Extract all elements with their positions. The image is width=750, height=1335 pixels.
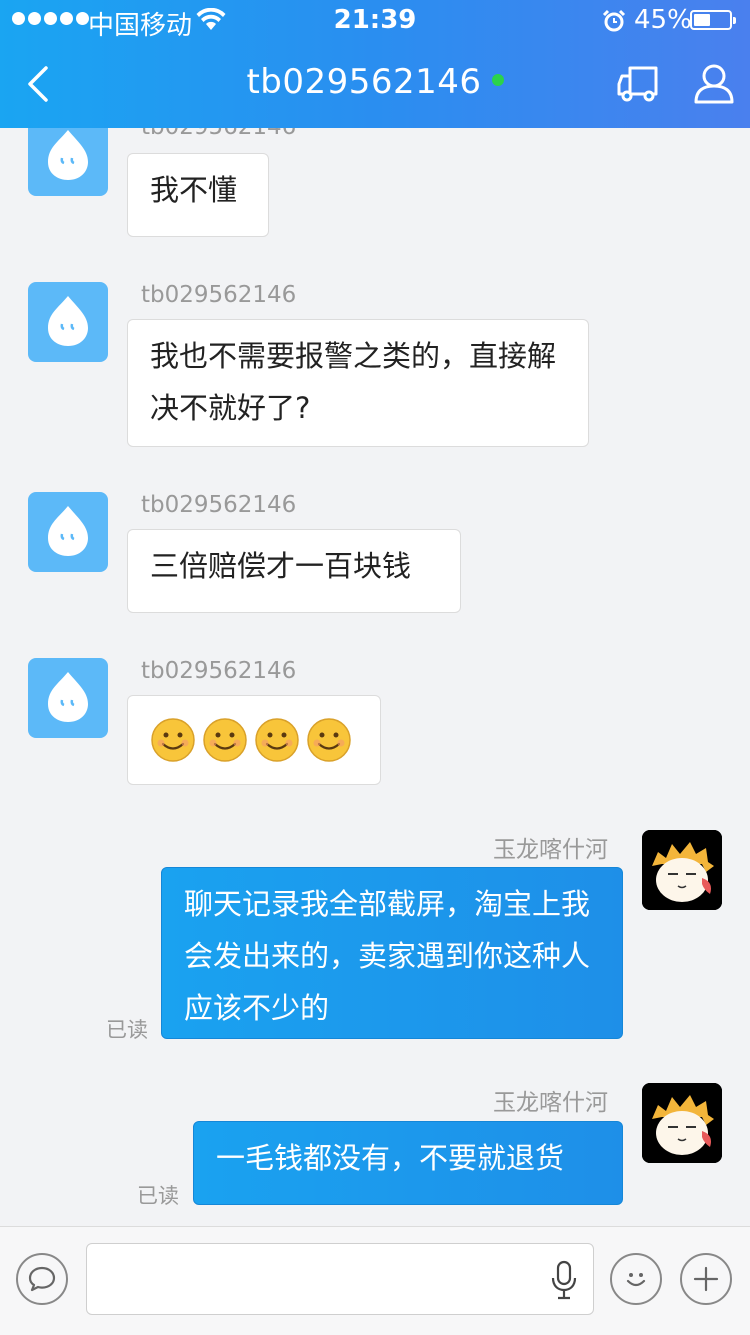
voice-chat-toggle-button[interactable] (16, 1253, 68, 1305)
message-bubble[interactable] (127, 695, 381, 785)
sender-name: tb029562146 (141, 492, 297, 518)
message-incoming: tb029562146 我也不需要报警之类的，直接解决不就好了? (0, 282, 750, 452)
smiling-face-icon (255, 718, 299, 762)
avatar[interactable] (28, 492, 108, 572)
seller-bot-avatar-icon (48, 130, 88, 180)
avatar[interactable] (642, 1083, 722, 1163)
sender-name: 玉龙喀什河 (493, 1090, 608, 1116)
input-bar (0, 1226, 750, 1335)
message-bubble[interactable]: 三倍赔偿才一百块钱 (127, 529, 461, 613)
read-receipt: 已读 (137, 1184, 179, 1208)
battery-icon (690, 10, 736, 30)
message-bubble[interactable]: 我不懂 (127, 153, 269, 237)
message-incoming: tb029562146 三倍赔偿才一百块钱 (0, 492, 750, 622)
microphone-icon[interactable] (551, 1260, 577, 1300)
sender-name: tb029562146 (141, 658, 297, 684)
emoji-button[interactable] (610, 1253, 662, 1305)
cartoon-lion-avatar-icon (642, 1083, 722, 1163)
avatar[interactable] (28, 658, 108, 738)
cartoon-lion-avatar-icon (642, 830, 722, 910)
plus-icon (693, 1266, 719, 1292)
status-bar: 中国移动 21:39 45% (0, 0, 750, 41)
sender-name: tb029562146 (141, 128, 296, 140)
message-input-field[interactable] (86, 1243, 594, 1315)
smiling-face-icon (151, 718, 195, 762)
profile-icon[interactable] (692, 62, 736, 106)
seller-bot-avatar-icon (48, 296, 88, 346)
avatar[interactable] (28, 128, 108, 196)
avatar[interactable] (642, 830, 722, 910)
chat-bubble-icon (28, 1266, 56, 1292)
message-incoming: tb029562146 (0, 658, 750, 788)
message-bubble[interactable]: 聊天记录我全部截屏，淘宝上我会发出来的，卖家遇到你这种人应该不少的 (161, 867, 623, 1039)
message-bubble[interactable]: 我也不需要报警之类的，直接解决不就好了? (127, 319, 589, 447)
message-input[interactable] (101, 1244, 545, 1312)
smiley-face-icon (626, 1273, 646, 1287)
alarm-icon (602, 9, 626, 32)
message-incoming: tb029562146 我不懂 (0, 128, 750, 248)
message-outgoing: 玉龙喀什河 聊天记录我全部截屏，淘宝上我会发出来的，卖家遇到你这种人应该不少的 … (0, 830, 750, 1050)
smiling-face-icon (307, 718, 351, 762)
sender-name: tb029562146 (141, 282, 297, 308)
seller-bot-avatar-icon (48, 672, 88, 722)
message-bubble[interactable]: 一毛钱都没有，不要就退货 (193, 1121, 623, 1205)
sender-name: 玉龙喀什河 (493, 837, 608, 863)
avatar[interactable] (28, 282, 108, 362)
battery-percent: 45% (634, 5, 692, 35)
header-bar: 中国移动 21:39 45% tb029562146 (0, 0, 750, 128)
message-outgoing: 玉龙喀什河 一毛钱都没有，不要就退货 已读 (0, 1083, 750, 1213)
more-actions-button[interactable] (680, 1253, 732, 1305)
read-receipt: 已读 (106, 1018, 148, 1042)
online-status-dot (491, 73, 504, 86)
seller-bot-avatar-icon (48, 506, 88, 556)
smiling-face-icon (203, 718, 247, 762)
logistics-truck-icon[interactable] (616, 64, 662, 104)
message-list[interactable]: tb029562146 我不懂 tb029562146 我也不需要报警之类的，直… (0, 128, 750, 1226)
